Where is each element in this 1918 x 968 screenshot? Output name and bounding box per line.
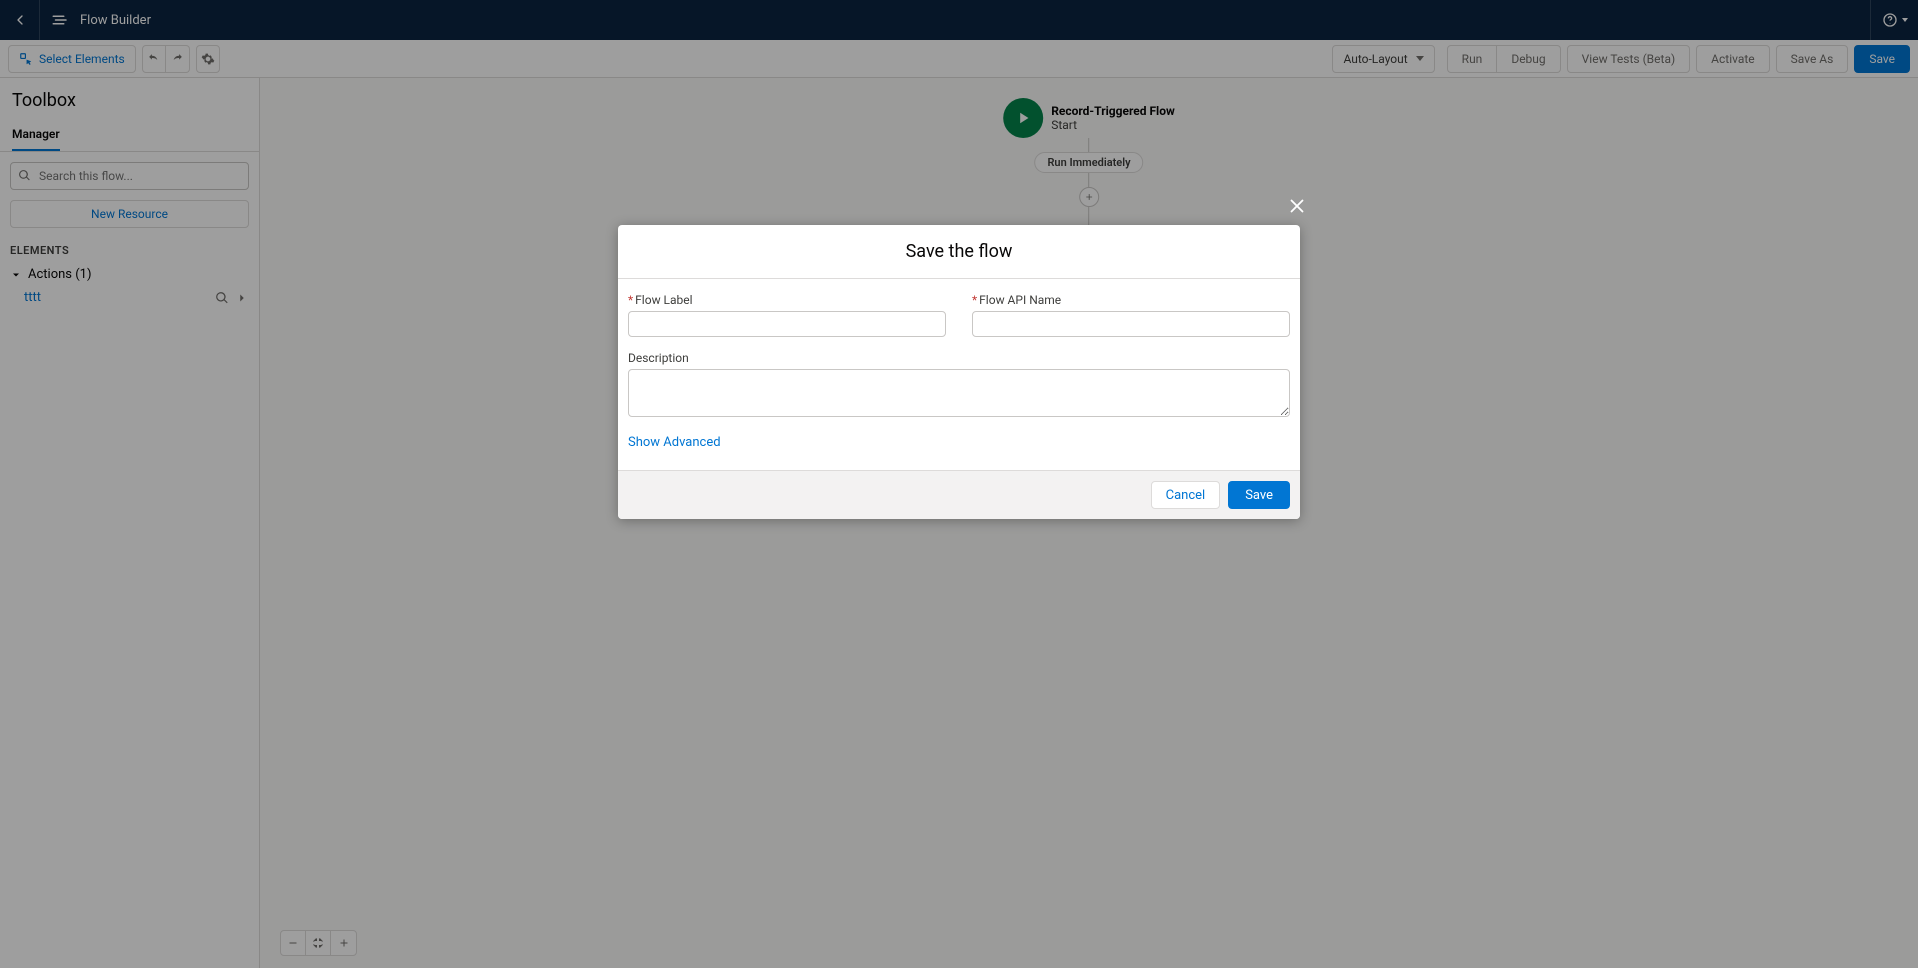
flow-label-label: *Flow Label bbox=[628, 293, 946, 307]
modal-close-button[interactable] bbox=[1286, 195, 1308, 221]
api-name-field: *Flow API Name bbox=[972, 293, 1290, 337]
description-input[interactable] bbox=[628, 369, 1290, 417]
modal-body: *Flow Label *Flow API Name Description S… bbox=[618, 279, 1300, 470]
description-field: Description bbox=[628, 351, 1290, 417]
save-flow-modal: Save the flow *Flow Label *Flow API Name… bbox=[618, 225, 1300, 519]
close-icon bbox=[1286, 195, 1308, 217]
modal-save-button[interactable]: Save bbox=[1228, 481, 1290, 509]
flow-label-field: *Flow Label bbox=[628, 293, 946, 337]
modal-save-label: Save bbox=[1245, 488, 1273, 503]
show-advanced-link[interactable]: Show Advanced bbox=[628, 435, 721, 450]
api-name-label: *Flow API Name bbox=[972, 293, 1290, 307]
modal-title: Save the flow bbox=[618, 225, 1300, 279]
api-name-input[interactable] bbox=[972, 311, 1290, 337]
cancel-button[interactable]: Cancel bbox=[1151, 481, 1221, 509]
flow-label-input[interactable] bbox=[628, 311, 946, 337]
modal-footer: Cancel Save bbox=[618, 470, 1300, 519]
modal-overlay[interactable]: Save the flow *Flow Label *Flow API Name… bbox=[0, 0, 1918, 968]
description-label: Description bbox=[628, 351, 1290, 365]
cancel-label: Cancel bbox=[1166, 488, 1206, 503]
